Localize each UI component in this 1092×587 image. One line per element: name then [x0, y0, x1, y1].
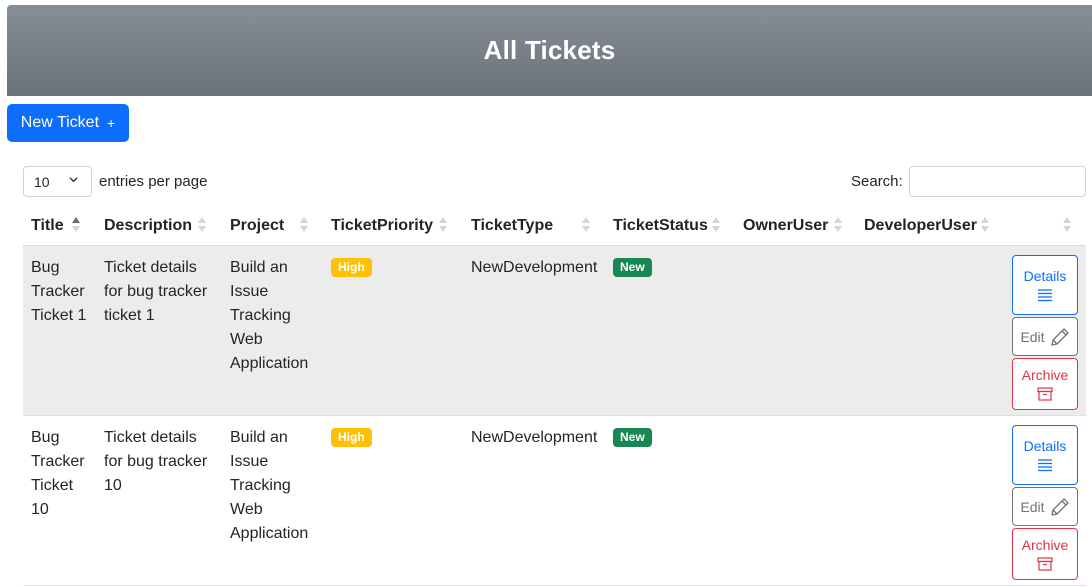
pencil-icon — [1050, 497, 1069, 516]
page-length-select[interactable]: 10 — [23, 166, 92, 197]
new-ticket-button[interactable]: New Ticket + — [7, 104, 129, 142]
page-length-value: 10 — [34, 173, 50, 190]
ticket-type-cell: NewDevelopment — [471, 259, 598, 276]
cell-line: 10 — [31, 501, 49, 518]
page-header: All Tickets — [7, 5, 1092, 96]
sort-icon — [198, 217, 207, 233]
new-ticket-label: New Ticket — [20, 114, 100, 131]
ticket-title-cell: Bug Tracker Ticket 10 — [31, 426, 85, 522]
cell-line: Ticket details — [104, 429, 197, 446]
tickets-table: Title Description Project TicketPriority… — [23, 205, 1086, 586]
column-header-description[interactable]: Description — [104, 217, 192, 235]
cell-line: Ticket details — [104, 259, 197, 276]
sort-ascending-icon — [72, 217, 81, 233]
edit-button[interactable]: Edit — [1012, 487, 1078, 526]
cell-line: Tracker — [31, 283, 85, 300]
ticket-project-cell: Build an Issue Tracking Web Application — [230, 256, 308, 376]
details-button[interactable]: Details — [1012, 255, 1078, 315]
cell-line: Issue — [230, 283, 269, 300]
column-header-ticket-type[interactable]: TicketType — [471, 217, 553, 235]
cell-line: Tracking — [230, 477, 291, 494]
row-actions: Details Edit Archive — [1012, 425, 1078, 580]
ticket-project-cell: Build an Issue Tracking Web Application — [230, 426, 308, 546]
column-header-ticket-status[interactable]: TicketStatus — [613, 217, 708, 235]
sort-icon — [439, 217, 448, 233]
details-button[interactable]: Details — [1012, 425, 1078, 485]
cell-line: Bug — [31, 259, 60, 276]
cell-line: Web — [230, 501, 263, 518]
column-header-title[interactable]: Title — [31, 217, 64, 235]
ticket-description-cell: Ticket details for bug tracker ticket 1 — [104, 256, 207, 328]
edit-label: Edit — [1020, 328, 1045, 345]
cell-line: Build an — [230, 429, 288, 446]
row-actions: Details Edit Archive — [1012, 255, 1078, 410]
archive-button[interactable]: Archive — [1012, 358, 1078, 410]
priority-badge: High — [331, 258, 372, 277]
cell-line: for bug tracker — [104, 283, 208, 300]
page-length-label: entries per page — [99, 173, 208, 190]
cell-line: 10 — [104, 477, 122, 494]
table-row: Bug Tracker Ticket 10 Ticket details for… — [23, 416, 1086, 586]
archive-button[interactable]: Archive — [1012, 528, 1078, 580]
page-title: All Tickets — [483, 35, 616, 65]
cell-line: Application — [230, 355, 309, 372]
sort-icon — [300, 217, 309, 233]
cell-line: Ticket — [31, 477, 74, 494]
ticket-title-cell: Bug Tracker Ticket 1 — [31, 256, 86, 328]
cell-line: Bug — [31, 429, 60, 446]
cell-line: Tracker — [31, 453, 85, 470]
search-label: Search: — [851, 173, 903, 190]
cell-line: Tracking — [230, 307, 291, 324]
cell-line: for bug tracker — [104, 453, 208, 470]
sort-icon — [834, 217, 843, 233]
column-header-project[interactable]: Project — [230, 217, 284, 235]
ticket-description-cell: Ticket details for bug tracker 10 — [104, 426, 207, 498]
details-label: Details — [1023, 268, 1067, 284]
priority-badge: High — [331, 428, 372, 447]
pencil-icon — [1050, 327, 1069, 346]
cell-line: Build an — [230, 259, 288, 276]
column-header-ticket-priority[interactable]: TicketPriority — [331, 217, 433, 235]
search-input[interactable] — [909, 166, 1086, 197]
plus-icon: + — [107, 115, 116, 131]
edit-label: Edit — [1020, 498, 1045, 515]
ticket-type-cell: NewDevelopment — [471, 429, 598, 446]
archive-box-icon — [1037, 387, 1053, 401]
cell-line: Application — [230, 525, 309, 542]
cell-line: Issue — [230, 453, 269, 470]
column-header-owner-user[interactable]: OwnerUser — [743, 217, 828, 235]
cell-line: Ticket 1 — [31, 307, 87, 324]
archive-label: Archive — [1021, 367, 1069, 383]
table-header: Title Description Project TicketPriority… — [23, 205, 1086, 246]
table-row: Bug Tracker Ticket 1 Ticket details for … — [23, 246, 1086, 416]
sort-icon — [712, 217, 721, 233]
cell-line: Web — [230, 331, 263, 348]
archive-label: Archive — [1021, 537, 1069, 553]
archive-box-icon — [1037, 557, 1053, 571]
cell-line: ticket 1 — [104, 307, 155, 324]
status-badge: New — [613, 428, 652, 447]
list-icon — [1038, 289, 1052, 302]
sort-icon — [1063, 217, 1072, 233]
chevron-down-icon — [69, 177, 78, 183]
details-label: Details — [1023, 438, 1067, 454]
status-badge: New — [613, 258, 652, 277]
sort-icon — [981, 217, 990, 233]
edit-button[interactable]: Edit — [1012, 317, 1078, 356]
list-icon — [1038, 459, 1052, 472]
sort-icon — [582, 217, 591, 233]
column-header-developer-user[interactable]: DeveloperUser — [864, 217, 977, 235]
